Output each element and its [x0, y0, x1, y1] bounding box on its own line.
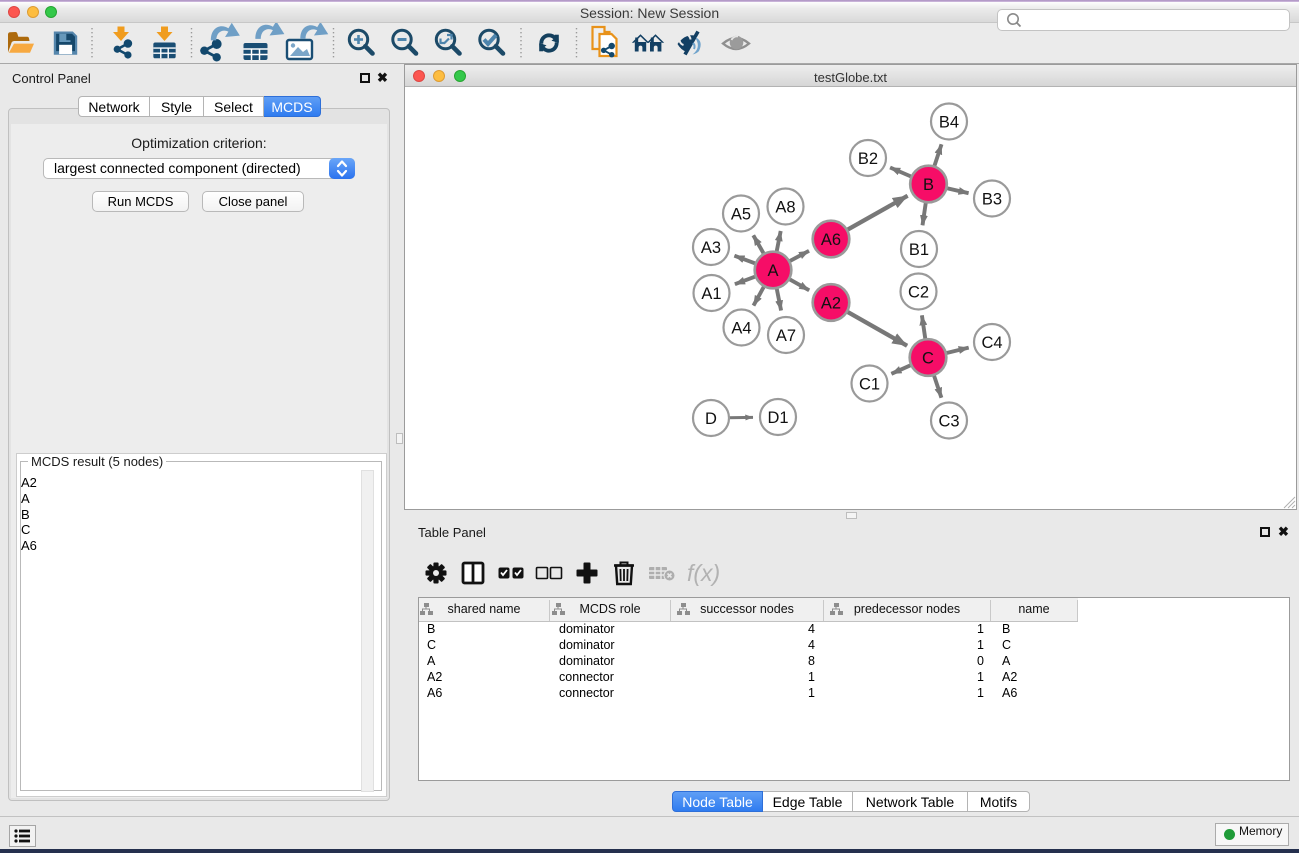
svg-text:D1: D1: [767, 409, 788, 427]
svg-text:C1: C1: [859, 376, 880, 394]
svg-text:A6: A6: [821, 231, 841, 249]
svg-text:B1: B1: [909, 241, 929, 259]
svg-text:A7: A7: [776, 327, 796, 345]
svg-text:A4: A4: [731, 320, 751, 338]
svg-text:D: D: [705, 410, 717, 428]
svg-text:A2: A2: [821, 295, 841, 313]
svg-text:A3: A3: [701, 239, 721, 257]
svg-text:A5: A5: [731, 206, 751, 224]
svg-text:C3: C3: [938, 413, 959, 431]
svg-text:f(x): f(x): [687, 560, 720, 586]
svg-text:C2: C2: [908, 284, 929, 302]
svg-text:C4: C4: [981, 334, 1002, 352]
svg-text:A: A: [767, 262, 778, 280]
svg-text:C: C: [922, 350, 934, 368]
svg-text:B3: B3: [982, 191, 1002, 209]
svg-text:B4: B4: [939, 114, 959, 132]
svg-text:A1: A1: [701, 285, 721, 303]
svg-text:A8: A8: [775, 199, 795, 217]
svg-text:B2: B2: [858, 150, 878, 168]
svg-text:B: B: [923, 176, 934, 194]
